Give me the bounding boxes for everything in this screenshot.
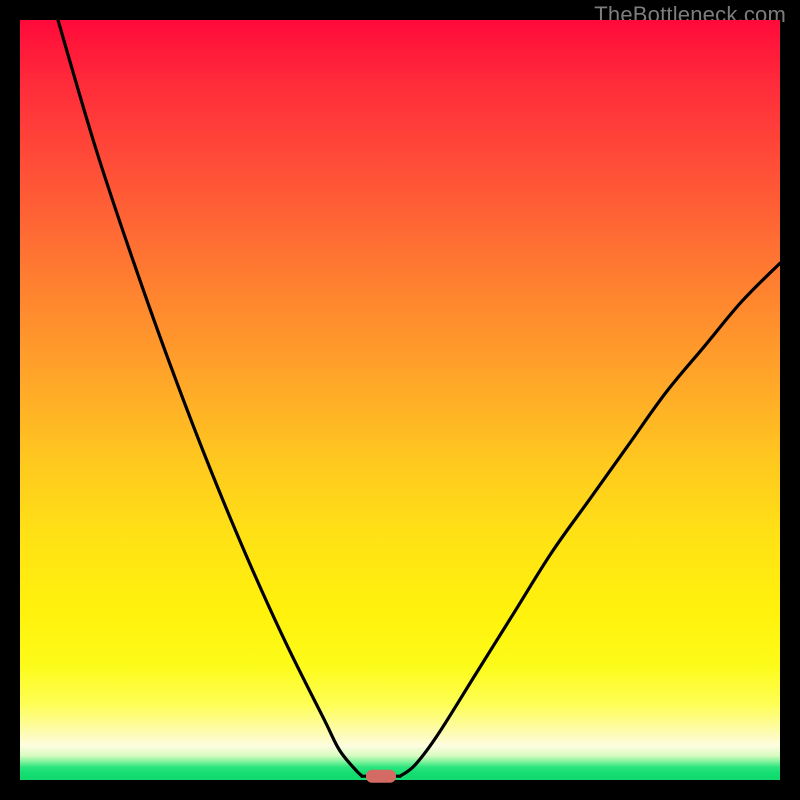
chart-frame: TheBottleneck.com bbox=[0, 0, 800, 800]
curve-svg bbox=[20, 20, 780, 780]
plot-area bbox=[20, 20, 780, 780]
min-marker bbox=[366, 770, 396, 783]
right-branch-path bbox=[400, 263, 780, 776]
left-branch-path bbox=[58, 20, 362, 776]
